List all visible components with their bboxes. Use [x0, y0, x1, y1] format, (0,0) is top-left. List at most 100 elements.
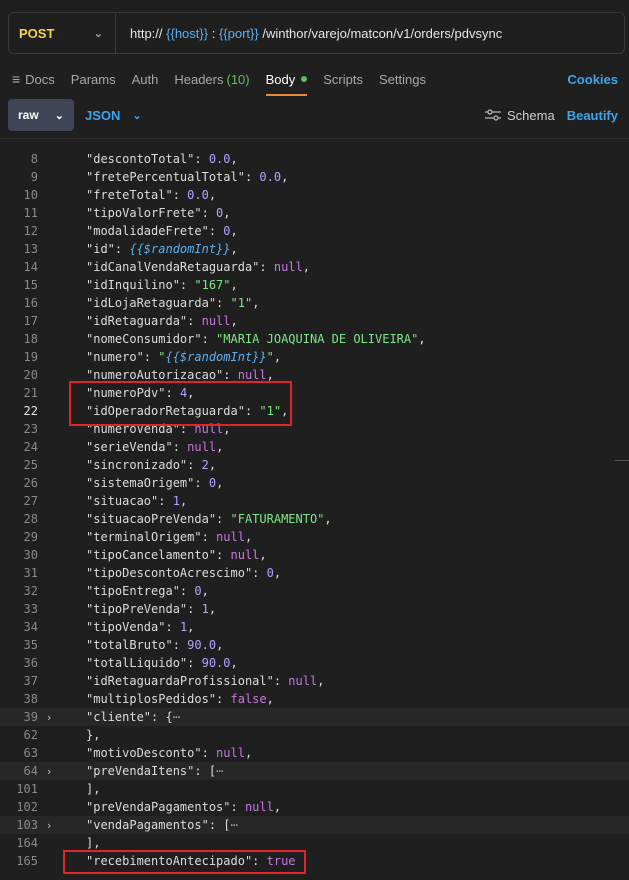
- code-token: : {: [151, 710, 173, 724]
- code-token: : [: [194, 764, 217, 778]
- line-number: 164: [16, 836, 38, 850]
- scrollbar[interactable]: [615, 460, 629, 461]
- code-text: "idInquilino": "167",: [86, 278, 238, 292]
- code-token: :: [172, 440, 188, 454]
- code-text: "preVendaPagamentos": null,: [86, 800, 281, 814]
- line-number: 25: [23, 458, 38, 472]
- code-token: "idCanalVendaRetaguarda": [86, 260, 260, 274]
- code-token: :: [216, 512, 231, 526]
- line-number: 12: [23, 224, 38, 238]
- code-token: null: [288, 674, 318, 688]
- code-token: :: [201, 530, 217, 544]
- code-token: "167": [194, 278, 231, 292]
- schema-button[interactable]: Schema: [485, 108, 555, 123]
- tab-body[interactable]: Body: [265, 64, 308, 96]
- code-token: : [: [208, 818, 231, 832]
- tab-scripts[interactable]: Scripts: [323, 64, 363, 94]
- code-token: "multiplosPedidos": [86, 692, 217, 706]
- code-token: ,: [201, 584, 209, 598]
- code-text: "cliente": {⋯: [86, 710, 180, 724]
- code-text: "descontoTotal": 0.0,: [86, 152, 238, 166]
- code-line: 25 "sincronizado": 2,: [0, 456, 629, 474]
- body-mode-select[interactable]: raw ⌄: [8, 99, 74, 131]
- line-number: 33: [23, 602, 38, 616]
- cookies-link[interactable]: Cookies: [567, 72, 618, 87]
- code-token: :: [194, 152, 209, 166]
- code-token: :: [208, 224, 224, 238]
- line-number: 24: [23, 440, 38, 454]
- code-token: "tipoEntrega": [86, 584, 180, 598]
- code-token: "tipoValorFrete": [86, 206, 202, 220]
- code-token: ,: [317, 674, 325, 688]
- code-text: "preVendaItens": [⋯: [86, 764, 223, 778]
- code-line: 11 "tipoValorFrete": 0,: [0, 204, 629, 222]
- code-token: "descontoTotal": [86, 152, 195, 166]
- line-number: 22: [23, 404, 38, 418]
- chevron-right-icon[interactable]: ›: [42, 819, 56, 832]
- chevron-right-icon[interactable]: ›: [42, 765, 56, 778]
- tab-params[interactable]: Params: [71, 64, 116, 94]
- code-token: "numeroAutorizacao": [86, 368, 224, 382]
- chevron-down-icon: ⌄: [93, 27, 103, 40]
- tab-headers[interactable]: Headers (10): [174, 64, 249, 94]
- code-text: "fretePercentualTotal": 0.0,: [86, 170, 288, 184]
- code-text: "totalLiquido": 90.0,: [86, 656, 238, 670]
- code-token: "fretePercentualTotal": [86, 170, 245, 184]
- code-line: 38 "multiplosPedidos": false,: [0, 690, 629, 708]
- tab-label: Docs: [25, 71, 55, 87]
- code-token: "serieVenda": [86, 440, 173, 454]
- line-number: 17: [23, 314, 38, 328]
- chevron-right-icon[interactable]: ›: [42, 711, 56, 724]
- code-token: :: [223, 368, 238, 382]
- code-token: ,: [230, 152, 238, 166]
- line-number: 8: [30, 152, 38, 166]
- line-number: 20: [23, 368, 38, 382]
- tab-auth[interactable]: Auth: [132, 64, 159, 94]
- code-token: "preVendaItens": [86, 764, 195, 778]
- url-input[interactable]: http:// {{host}} : {{port}} /winthor/var…: [116, 26, 502, 41]
- code-token: ,: [273, 566, 282, 580]
- code-token: ],: [86, 836, 101, 850]
- code-line: 10 "freteTotal": 0.0,: [0, 186, 629, 204]
- code-token: :: [201, 746, 217, 760]
- code-text: "multiplosPedidos": false,: [86, 692, 274, 706]
- code-token: null: [216, 530, 245, 544]
- line-number: 15: [23, 278, 38, 292]
- code-token: },: [86, 728, 101, 742]
- code-token: :: [143, 350, 159, 364]
- body-mode-label: raw: [18, 108, 39, 122]
- code-text: "freteTotal": 0.0,: [86, 188, 216, 202]
- beautify-button[interactable]: Beautify: [567, 108, 618, 123]
- code-editor[interactable]: 8 "descontoTotal": 0.0, 9 "fretePercentualT…: [0, 139, 629, 880]
- code-line: 28 "situacaoPreVenda": "FATURAMENTO",: [0, 510, 629, 528]
- tab-docs[interactable]: ≡ Docs: [12, 64, 55, 94]
- code-line: 18 "nomeConsumidor": "MARIA JOAQUINA DE O…: [0, 330, 629, 348]
- line-number: 38: [23, 692, 38, 706]
- code-token: "tipoPreVenda": [86, 602, 188, 616]
- code-token: "nomeConsumidor": [86, 332, 202, 346]
- code-token: 0: [208, 476, 217, 490]
- code-line: 16 "idLojaRetaguarda": "1",: [0, 294, 629, 312]
- method-select[interactable]: POST ⌄: [9, 13, 116, 53]
- code-line: 35 "totalBruto": 90.0,: [0, 636, 629, 654]
- line-number: 101: [16, 782, 38, 796]
- code-token: "freteTotal": [86, 188, 173, 202]
- code-token: ,: [223, 206, 231, 220]
- code-line: 31 "tipoDescontoAcrescimo": 0,: [0, 564, 629, 582]
- tab-settings[interactable]: Settings: [379, 64, 426, 94]
- code-text: ],: [86, 782, 100, 796]
- code-token: ,: [418, 332, 426, 346]
- code-token: 90.0: [187, 638, 217, 652]
- docs-icon: ≡: [12, 71, 21, 87]
- code-text: "modalidadeFrete": 0,: [86, 224, 238, 238]
- code-token: :: [179, 584, 195, 598]
- url-bar[interactable]: POST ⌄ http:// {{host}} : {{port}} /wint…: [8, 12, 625, 54]
- line-number: 31: [23, 566, 38, 580]
- code-token: 90.0: [201, 656, 231, 670]
- body-format-select[interactable]: JSON ⌄: [85, 108, 142, 123]
- schema-label: Schema: [507, 107, 555, 123]
- code-line: 30 "tipoCancelamento": null,: [0, 546, 629, 564]
- highlight-box: [63, 850, 306, 874]
- code-token: "tipoVenda": [86, 620, 166, 634]
- code-token: "FATURAMENTO": [230, 512, 325, 526]
